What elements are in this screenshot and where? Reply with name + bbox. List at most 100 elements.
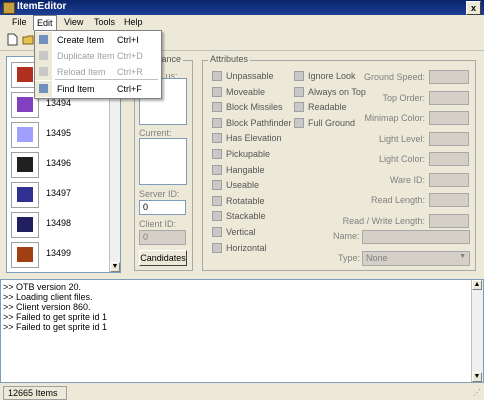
item-id: 13497 — [46, 188, 72, 198]
item-id: 13494 — [46, 98, 72, 108]
attribute-label: Hangable — [226, 164, 265, 175]
menu-item[interactable]: Create Item Ctrl+I — [35, 32, 161, 48]
list-item[interactable]: 13495 — [7, 119, 110, 149]
menu-item[interactable]: Duplicate Item Ctrl+D — [35, 48, 161, 64]
attribute-field[interactable] — [429, 90, 469, 105]
attribute-label: Block Pathfinder — [226, 117, 292, 128]
list-item[interactable]: 13496 — [7, 149, 110, 179]
edit-menu: Create Item Ctrl+I Duplicate Item Ctrl+D Rel… — [34, 30, 162, 99]
attribute-field[interactable] — [429, 131, 469, 146]
attribute-field[interactable] — [429, 213, 469, 228]
candidates-button[interactable]: Candidates — [139, 250, 187, 266]
attribute-field[interactable] — [429, 111, 469, 125]
field-label: Ground Speed: — [363, 72, 425, 82]
field-label: Top Order: — [382, 92, 425, 103]
list-item[interactable]: 13497 — [7, 179, 110, 209]
attribute-checkbox[interactable] — [294, 102, 304, 113]
attribute-checkbox[interactable] — [294, 86, 304, 97]
console-output[interactable]: >> OTB version 20. >> Loading client file… — [0, 279, 484, 383]
menu-file[interactable]: File — [12, 17, 27, 27]
attribute-label: Always on Top — [308, 86, 366, 97]
field-label: Light Level: — [378, 133, 425, 144]
status-bar: 12665 Items ⋰ — [0, 383, 484, 400]
close-button[interactable]: x — [466, 1, 481, 15]
menu-item-shortcut: Ctrl+I — [117, 35, 139, 45]
item-sprite-icon — [11, 182, 39, 208]
server-id-label: Server ID: — [139, 189, 180, 199]
attribute-label: Has Elevation — [226, 133, 282, 144]
attribute-label: Readable — [308, 102, 347, 113]
menu-item[interactable]: Find Item Ctrl+F — [35, 79, 161, 97]
attribute-checkbox[interactable] — [294, 117, 304, 128]
menu-item[interactable]: Reload Item Ctrl+R — [35, 64, 161, 80]
menu-view[interactable]: View — [64, 17, 83, 27]
client-id-stepper[interactable]: 0 — [139, 230, 186, 245]
attribute-checkbox[interactable] — [212, 133, 222, 144]
name-field[interactable] — [362, 230, 470, 244]
scroll-down-button[interactable]: ▼ — [472, 372, 482, 382]
title-bar: ItemEditor x — [0, 0, 484, 15]
field-label: Ware ID: — [389, 174, 425, 185]
attribute-field[interactable] — [429, 193, 469, 207]
attribute-label: Useable — [226, 180, 260, 191]
menu-item-shortcut: Ctrl+D — [117, 51, 143, 61]
console-scrollbar[interactable]: ▲ ▼ — [471, 280, 483, 382]
name-label: Name: — [333, 231, 360, 241]
item-sprite-icon — [11, 152, 39, 178]
menu-tools[interactable]: Tools — [94, 17, 115, 27]
attribute-field[interactable] — [429, 172, 469, 187]
client-id-value: 0 — [143, 232, 149, 242]
attribute-label: Ignore Look — [308, 71, 356, 81]
attribute-checkbox[interactable] — [212, 242, 222, 253]
attribute-checkbox[interactable] — [212, 164, 222, 175]
menu-item-label: Create Item — [57, 35, 105, 45]
menu-item-label: Reload Item — [57, 67, 106, 77]
menu-bar: File Edit View Tools Help — [0, 15, 484, 32]
attribute-checkbox[interactable] — [212, 195, 222, 206]
field-label: Read / Write Length: — [342, 215, 425, 226]
list-item[interactable]: 13498 — [7, 209, 110, 239]
list-item[interactable]: 13499 — [7, 239, 110, 269]
attribute-checkbox[interactable] — [212, 86, 222, 97]
attribute-checkbox[interactable] — [212, 71, 222, 81]
attribute-checkbox[interactable] — [212, 149, 222, 159]
field-label: Light Color: — [378, 154, 425, 164]
menu-item-shortcut: Ctrl+R — [117, 67, 143, 77]
duplicate-item-icon — [35, 48, 52, 64]
menu-item-label: Find Item — [57, 84, 95, 94]
console-line: >> OTB version 20. — [3, 282, 82, 292]
scroll-up-button[interactable]: ▲ — [472, 280, 482, 290]
type-select-value: None — [366, 253, 388, 263]
attribute-checkbox[interactable] — [212, 180, 222, 191]
console-line: >> Failed to get sprite id 1 — [3, 322, 108, 332]
create-item-icon — [35, 32, 52, 48]
attribute-field[interactable] — [429, 70, 469, 84]
attribute-checkbox[interactable] — [294, 71, 304, 81]
app-icon — [3, 2, 15, 14]
console-line: >> Failed to get sprite id 1 — [3, 312, 108, 322]
attributes-group-label: Attributes — [208, 54, 251, 64]
window-title: ItemEditor — [17, 1, 67, 12]
menu-item-shortcut: Ctrl+F — [117, 84, 142, 94]
attribute-checkbox[interactable] — [212, 227, 222, 237]
attribute-checkbox[interactable] — [212, 211, 222, 222]
attribute-label: Block Missiles — [226, 102, 283, 113]
item-id: 13498 — [46, 218, 72, 228]
menu-help[interactable]: Help — [124, 17, 143, 27]
current-sprite-box — [139, 138, 187, 185]
menu-separator — [55, 79, 158, 80]
current-label: Current: — [139, 128, 172, 138]
attribute-label: Full Ground — [308, 117, 356, 128]
client-id-label: Client ID: — [139, 219, 177, 229]
attribute-label: Pickupable — [226, 149, 271, 159]
attribute-checkbox[interactable] — [212, 102, 222, 113]
new-file-icon[interactable] — [6, 33, 19, 46]
chevron-down-icon: ▼ — [459, 253, 466, 260]
server-id-field[interactable]: 0 — [139, 200, 186, 215]
resize-grip-icon[interactable]: ⋰ — [473, 388, 481, 397]
attribute-label: Moveable — [226, 86, 266, 97]
attribute-checkbox[interactable] — [212, 117, 222, 128]
scroll-down-button[interactable]: ▼ — [110, 262, 120, 272]
attribute-field[interactable] — [429, 152, 469, 166]
type-select[interactable]: None ▼ — [362, 251, 470, 266]
